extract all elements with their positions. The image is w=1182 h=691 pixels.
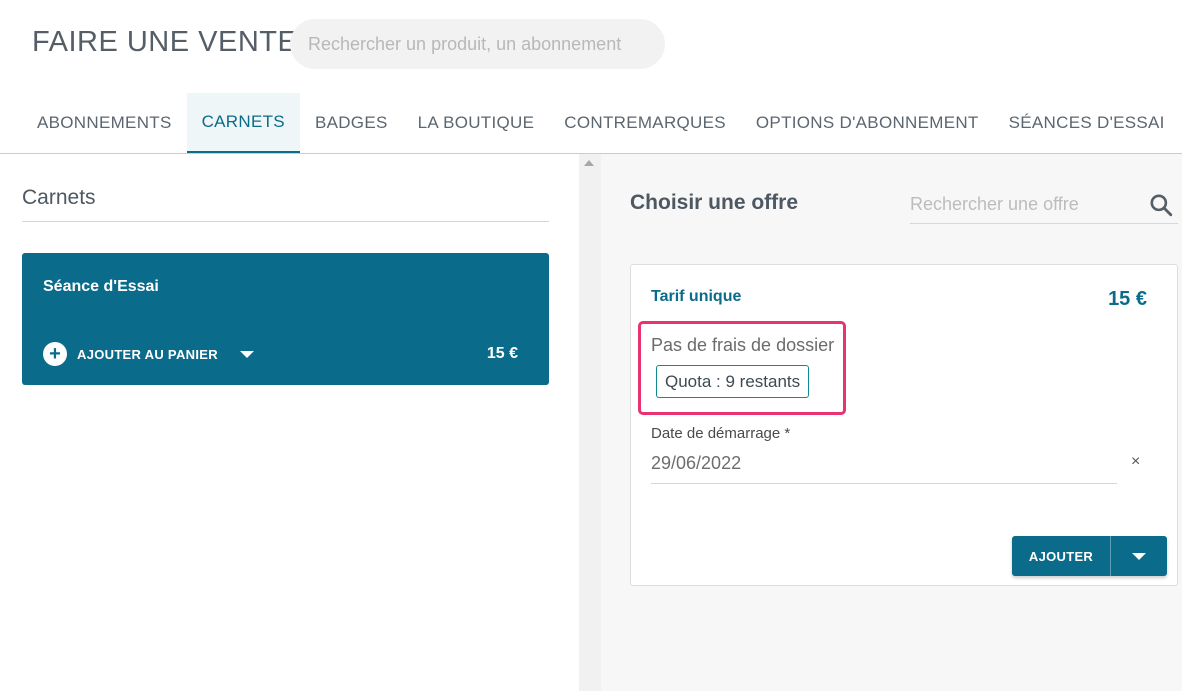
product-search-field[interactable] (290, 19, 665, 69)
page-title: FAIRE UNE VENTE (32, 26, 298, 58)
start-date-label: Date de démarrage * (651, 425, 791, 442)
offer-search-field[interactable] (910, 188, 1178, 224)
offer-name: Tarif unique (651, 288, 742, 305)
caret-down-icon (1132, 552, 1146, 560)
scrollbar[interactable] (579, 154, 601, 691)
tab-contremarques[interactable]: CONTREMARQUES (549, 93, 741, 153)
add-offer-button[interactable]: AJOUTER (1012, 536, 1111, 576)
tab-la-boutique[interactable]: LA BOUTIQUE (403, 93, 550, 153)
fees-text: Pas de frais de dossier (651, 335, 835, 355)
offer-search-input[interactable] (910, 188, 1140, 220)
tab-abonnements[interactable]: ABONNEMENTS (22, 93, 187, 153)
section-title: Carnets (22, 186, 96, 209)
start-date-input[interactable] (651, 448, 1117, 478)
tab-carnets[interactable]: CARNETS (186, 93, 300, 153)
quota-badge: Quota : 9 restants (656, 365, 810, 398)
product-price: 15 € (486, 345, 518, 362)
tab-options-abonnement[interactable]: OPTIONS D'ABONNEMENT (741, 93, 994, 153)
tab-badges[interactable]: BADGES (300, 93, 403, 153)
tab-seances-essai[interactable]: SÉANCES D'ESSAI (994, 93, 1180, 153)
product-search-input[interactable] (308, 33, 665, 55)
product-card[interactable]: Séance d'Essai + AJOUTER AU PANIER 15 € (22, 253, 549, 385)
scroll-up-arrow-icon[interactable] (584, 160, 594, 166)
section-divider (22, 221, 549, 222)
category-tabs: ABONNEMENTS CARNETS BADGES LA BOUTIQUE C… (22, 93, 1180, 153)
plus-circle-icon: + (43, 342, 67, 366)
offer-price: 15 € (1108, 288, 1147, 310)
add-to-cart-button[interactable]: + AJOUTER AU PANIER (43, 342, 254, 366)
offer-panel-title: Choisir une offre (630, 191, 799, 214)
start-date-field[interactable] (651, 448, 1117, 484)
add-options-dropdown[interactable] (1111, 536, 1167, 576)
clear-date-icon[interactable]: × (1131, 453, 1140, 471)
add-to-cart-label: AJOUTER AU PANIER (77, 346, 218, 362)
caret-down-icon[interactable] (239, 350, 254, 358)
product-name: Séance d'Essai (43, 278, 159, 295)
add-offer-button-group[interactable]: AJOUTER (1012, 536, 1167, 576)
search-icon[interactable] (1148, 192, 1174, 218)
